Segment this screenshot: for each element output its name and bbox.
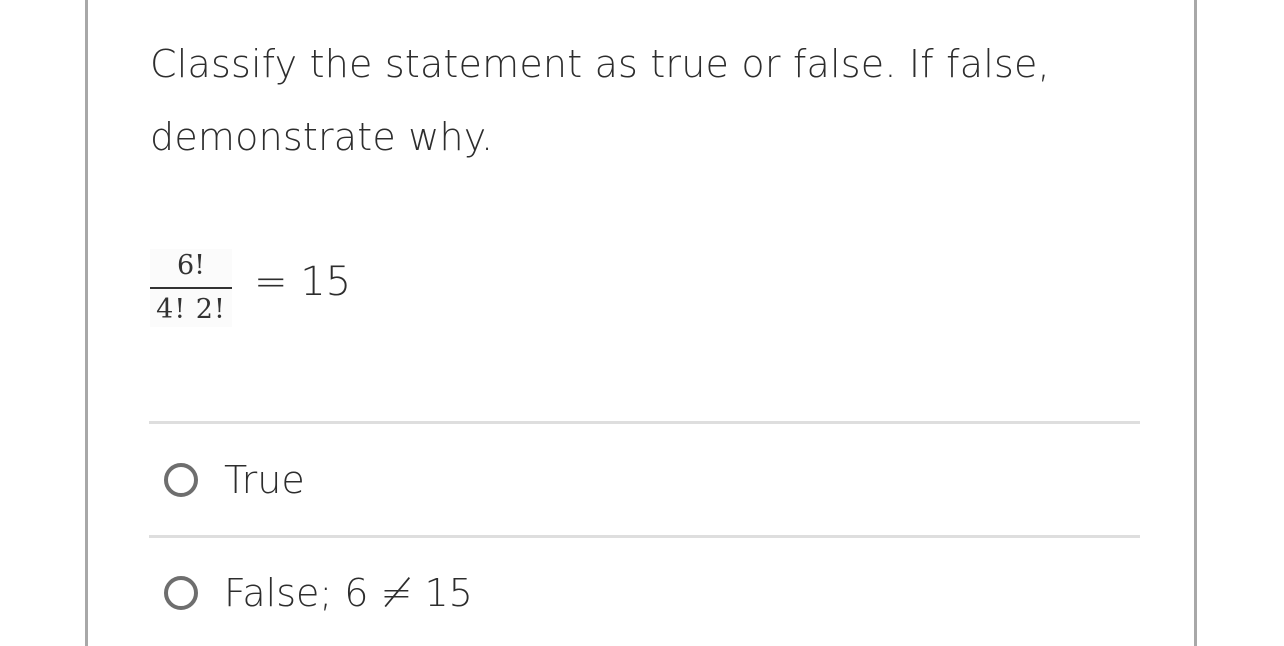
question-card: Classify the statement as true or false.… [85, 0, 1197, 646]
expression-rhs: = 15 [254, 259, 352, 305]
fraction-numerator: 6! [176, 250, 206, 281]
option-label: True [224, 458, 305, 502]
option-divider [149, 535, 1140, 538]
option-true[interactable]: True [164, 458, 305, 502]
option-label: False; 6 ≠ 15 [224, 571, 473, 615]
radio-button-unchecked-icon[interactable] [164, 463, 198, 497]
fraction-image: 6! 4! 2! [150, 249, 232, 327]
math-expression: 6! 4! 2! = 15 [150, 238, 351, 338]
option-false[interactable]: False; 6 ≠ 15 [164, 571, 473, 615]
question-text: Classify the statement as true or false.… [150, 42, 1050, 159]
option-divider [149, 421, 1140, 424]
radio-button-unchecked-icon[interactable] [164, 576, 198, 610]
fraction-denominator: 4! 2! [156, 294, 226, 325]
